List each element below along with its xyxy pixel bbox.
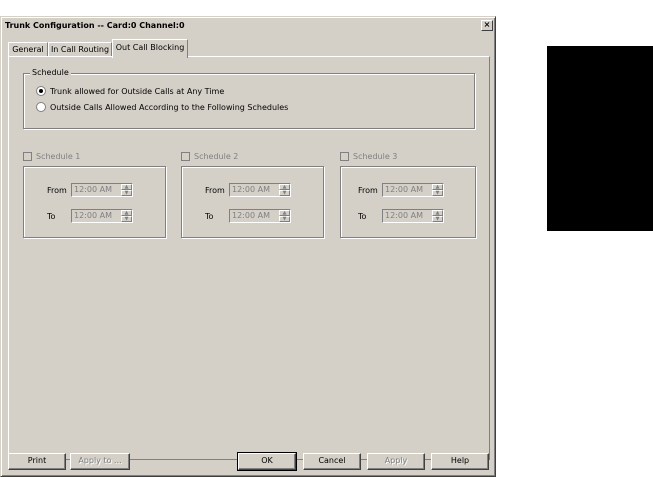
radio-any-time[interactable]: Trunk allowed for Outside Calls at Any T… bbox=[36, 86, 224, 96]
radio-button[interactable] bbox=[36, 102, 46, 112]
schedule-3-label: Schedule 3 bbox=[353, 152, 398, 161]
cancel-button[interactable]: Cancel bbox=[303, 453, 361, 470]
schedule-2-from-time[interactable]: 12:00 AM ▲ ▼ bbox=[229, 183, 291, 197]
schedule-2-to-row: To 12:00 AM ▲ ▼ bbox=[205, 209, 291, 223]
close-icon: × bbox=[483, 20, 491, 29]
schedule-group-label: Schedule bbox=[30, 68, 71, 78]
schedule-3-checkbox[interactable] bbox=[340, 152, 349, 161]
schedule-1-box: From 12:00 AM ▲ ▼ To 12:00 AM ▲ ▼ bbox=[23, 166, 166, 238]
schedule-1-checkbox[interactable] bbox=[23, 152, 32, 161]
schedule-2-box: From 12:00 AM ▲ ▼ To 12:00 AM ▲ ▼ bbox=[181, 166, 324, 238]
close-button[interactable]: × bbox=[481, 20, 493, 31]
time-value: 12:00 AM bbox=[383, 210, 432, 222]
schedule-2-from-row: From 12:00 AM ▲ ▼ bbox=[205, 183, 291, 197]
tab-label: Out Call Blocking bbox=[115, 43, 185, 52]
spin-down-icon[interactable]: ▼ bbox=[279, 190, 290, 196]
schedule-3-from-time[interactable]: 12:00 AM ▲ ▼ bbox=[382, 183, 444, 197]
schedule-3-box: From 12:00 AM ▲ ▼ To 12:00 AM ▲ ▼ bbox=[340, 166, 476, 238]
schedule-1-label: Schedule 1 bbox=[36, 152, 81, 161]
apply-to-button[interactable]: Apply to ... bbox=[70, 453, 130, 470]
schedule-1-from-time[interactable]: 12:00 AM ▲ ▼ bbox=[71, 183, 133, 197]
schedule-group: Schedule Trunk allowed for Outside Calls… bbox=[23, 68, 475, 129]
spin-down-icon[interactable]: ▼ bbox=[279, 216, 290, 222]
from-label: From bbox=[205, 185, 225, 195]
help-button[interactable]: Help bbox=[431, 453, 489, 470]
tab-label: General bbox=[12, 45, 44, 54]
schedule-1-to-time[interactable]: 12:00 AM ▲ ▼ bbox=[71, 209, 133, 223]
from-label: From bbox=[358, 185, 378, 195]
black-panel bbox=[547, 46, 653, 231]
radio-according-to-schedules-label: Outside Calls Allowed According to the F… bbox=[50, 102, 289, 112]
time-value: 12:00 AM bbox=[72, 210, 121, 222]
tab-panel-out-call-blocking: Schedule Trunk allowed for Outside Calls… bbox=[8, 56, 490, 460]
radio-any-time-label: Trunk allowed for Outside Calls at Any T… bbox=[50, 86, 225, 96]
schedule-3-to-time[interactable]: 12:00 AM ▲ ▼ bbox=[382, 209, 444, 223]
radio-button[interactable] bbox=[36, 86, 46, 96]
window-title: Trunk Configuration -- Card:0 Channel:0 bbox=[5, 21, 185, 30]
schedule-3-from-row: From 12:00 AM ▲ ▼ bbox=[358, 183, 444, 197]
from-label: From bbox=[47, 185, 67, 195]
schedule-2-checkbox-row[interactable]: Schedule 2 bbox=[181, 152, 238, 161]
radio-according-to-schedules[interactable]: Outside Calls Allowed According to the F… bbox=[36, 102, 288, 112]
time-value: 12:00 AM bbox=[72, 184, 121, 196]
time-value: 12:00 AM bbox=[230, 184, 279, 196]
schedule-2-label: Schedule 2 bbox=[194, 152, 239, 161]
schedule-3-checkbox-row[interactable]: Schedule 3 bbox=[340, 152, 397, 161]
to-label: To bbox=[47, 211, 56, 221]
schedule-2-to-time[interactable]: 12:00 AM ▲ ▼ bbox=[229, 209, 291, 223]
spin-down-icon[interactable]: ▼ bbox=[121, 216, 132, 222]
time-value: 12:00 AM bbox=[383, 184, 432, 196]
tab-label: In Call Routing bbox=[50, 45, 110, 54]
schedule-1-from-row: From 12:00 AM ▲ ▼ bbox=[47, 183, 133, 197]
to-label: To bbox=[205, 211, 214, 221]
trunk-configuration-dialog: Trunk Configuration -- Card:0 Channel:0 … bbox=[0, 16, 496, 477]
spin-down-icon[interactable]: ▼ bbox=[432, 190, 443, 196]
schedule-1-checkbox-row[interactable]: Schedule 1 bbox=[23, 152, 80, 161]
spin-down-icon[interactable]: ▼ bbox=[432, 216, 443, 222]
tab-in-call-routing[interactable]: In Call Routing bbox=[48, 42, 112, 57]
ok-button[interactable]: OK bbox=[237, 452, 297, 471]
schedule-2-checkbox[interactable] bbox=[181, 152, 190, 161]
to-label: To bbox=[358, 211, 367, 221]
apply-button[interactable]: Apply bbox=[367, 453, 425, 470]
tab-general[interactable]: General bbox=[8, 42, 48, 57]
schedule-3-to-row: To 12:00 AM ▲ ▼ bbox=[358, 209, 444, 223]
title-bar: Trunk Configuration -- Card:0 Channel:0 … bbox=[3, 19, 493, 33]
spin-down-icon[interactable]: ▼ bbox=[121, 190, 132, 196]
schedule-1-to-row: To 12:00 AM ▲ ▼ bbox=[47, 209, 133, 223]
print-button[interactable]: Print bbox=[8, 453, 66, 470]
time-value: 12:00 AM bbox=[230, 210, 279, 222]
tab-out-call-blocking[interactable]: Out Call Blocking bbox=[112, 39, 188, 58]
